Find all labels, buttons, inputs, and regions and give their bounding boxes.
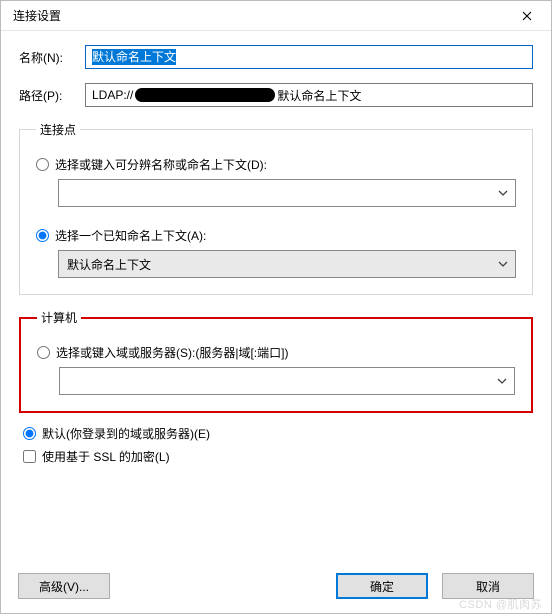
name-input[interactable]: 默认命名上下文 (85, 45, 533, 69)
button-bar: 高级(V)... 确定 取消 (18, 568, 534, 604)
dn-combo[interactable] (58, 179, 516, 207)
computer-group: 计算机 选择或键入域或服务器(S):(服务器|域[:端口]) (19, 309, 533, 413)
radio-known-label: 选择一个已知命名上下文(A): (55, 227, 206, 244)
radio-server-label: 选择或键入域或服务器(S):(服务器|域[:端口]) (56, 344, 288, 361)
radio-default-label: 默认(你登录到的域或服务器)(E) (42, 425, 210, 442)
close-button[interactable] (505, 2, 549, 30)
ssl-checkbox[interactable] (23, 450, 36, 463)
chevron-down-icon (497, 187, 509, 199)
radio-default-option[interactable]: 默认(你登录到的域或服务器)(E) (23, 425, 533, 442)
path-label: 路径(P): (19, 87, 85, 104)
name-row: 名称(N): 默认命名上下文 (19, 45, 533, 69)
window-title: 连接设置 (13, 7, 61, 24)
name-input-text: 默认命名上下文 (92, 49, 176, 65)
radio-default[interactable] (23, 427, 36, 440)
known-combo[interactable]: 默认命名上下文 (58, 250, 516, 278)
radio-dn-label: 选择或键入可分辨名称或命名上下文(D): (55, 156, 267, 173)
ok-button[interactable]: 确定 (336, 573, 428, 599)
radio-known[interactable] (36, 229, 49, 242)
advanced-button[interactable]: 高级(V)... (18, 573, 110, 599)
connection-point-group: 连接点 选择或键入可分辨名称或命名上下文(D): 选择一个已知命名上下文(A):… (19, 121, 533, 295)
cancel-button[interactable]: 取消 (442, 573, 534, 599)
ssl-option[interactable]: 使用基于 SSL 的加密(L) (23, 448, 533, 465)
ssl-label: 使用基于 SSL 的加密(L) (42, 448, 170, 465)
chevron-down-icon (496, 375, 508, 387)
computer-legend: 计算机 (37, 309, 81, 326)
radio-dn-option[interactable]: 选择或键入可分辨名称或命名上下文(D): (36, 156, 516, 173)
radio-server-option[interactable]: 选择或键入域或服务器(S):(服务器|域[:端口]) (37, 344, 515, 361)
radio-known-option[interactable]: 选择一个已知命名上下文(A): (36, 227, 516, 244)
server-combo[interactable] (59, 367, 515, 395)
path-suffix: 默认命名上下文 (277, 87, 361, 104)
path-display: LDAP:// 默认命名上下文 (85, 83, 533, 107)
dialog-content: 名称(N): 默认命名上下文 路径(P): LDAP:// 默认命名上下文 连接… (1, 31, 551, 465)
close-icon (522, 11, 532, 21)
path-row: 路径(P): LDAP:// 默认命名上下文 (19, 83, 533, 107)
radio-dn[interactable] (36, 158, 49, 171)
connection-point-legend: 连接点 (36, 121, 80, 138)
radio-server[interactable] (37, 346, 50, 359)
redacted-block (135, 88, 275, 102)
dialog-window: 连接设置 名称(N): 默认命名上下文 路径(P): LDAP:// 默认命名上… (0, 0, 552, 614)
chevron-down-icon (497, 258, 509, 270)
path-prefix: LDAP:// (92, 88, 133, 102)
name-label: 名称(N): (19, 49, 85, 66)
known-combo-value: 默认命名上下文 (67, 256, 151, 273)
titlebar: 连接设置 (1, 1, 551, 31)
